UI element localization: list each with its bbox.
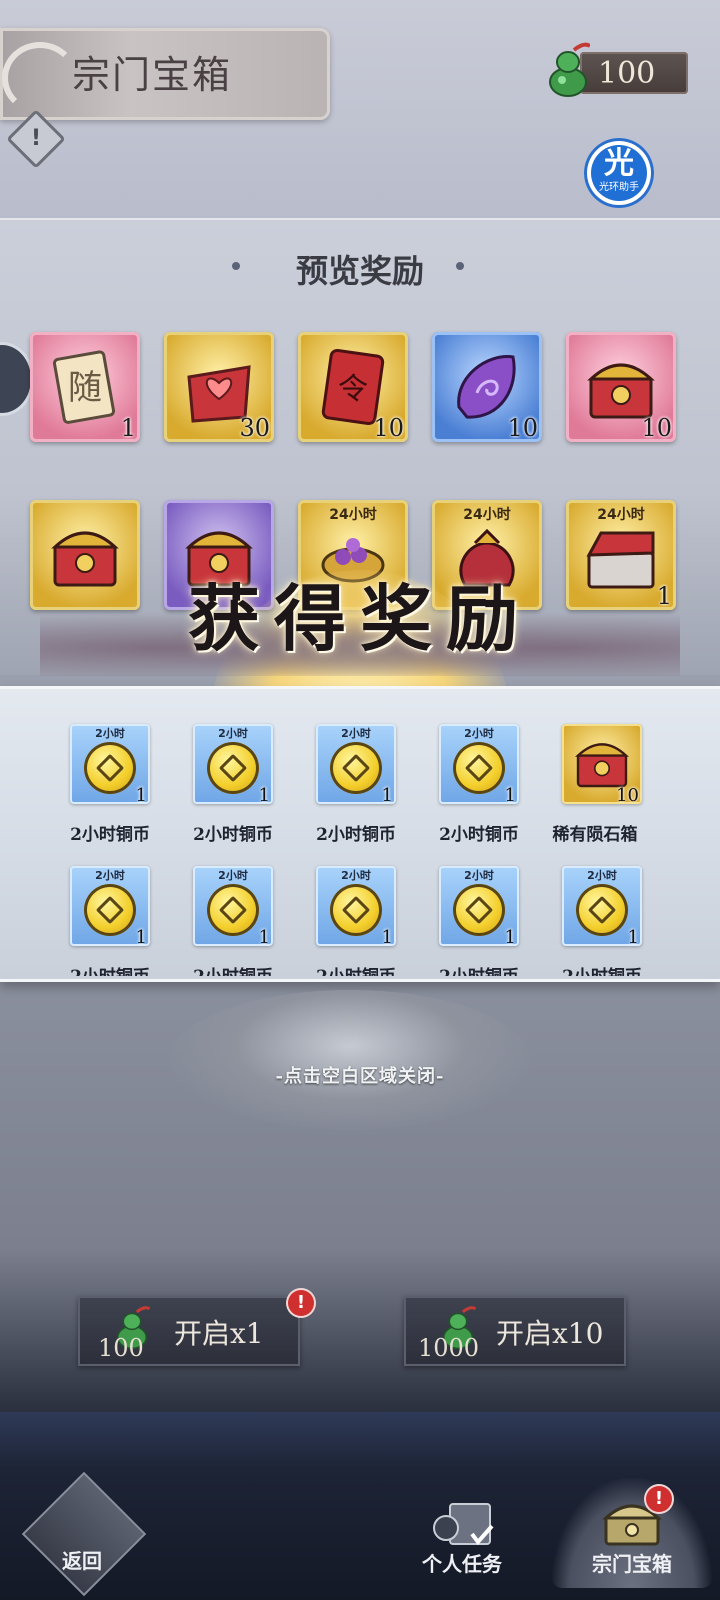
item-tag: 2小时: [341, 727, 371, 740]
preview-item[interactable]: 随 1: [30, 332, 140, 442]
reward-item[interactable]: 2小时 1: [316, 866, 396, 948]
open-x10-button[interactable]: 1000 开启x10: [404, 1296, 626, 1366]
item-tag: 2小时: [341, 869, 371, 882]
copper-coin-icon: [330, 742, 382, 794]
open-x1-cost: 100: [98, 1334, 144, 1362]
preview-item[interactable]: 令 10: [298, 332, 408, 442]
copper-coin-icon: [453, 884, 505, 936]
reward-item[interactable]: 2小时 1: [70, 866, 150, 948]
open-x10-cost: 1000: [418, 1334, 480, 1362]
helper-label: 光环助手: [599, 182, 639, 193]
item-count: 1: [381, 927, 393, 948]
item-count: 1: [381, 785, 393, 806]
item-count: 10: [507, 414, 538, 442]
reward-item[interactable]: 2小时 1: [193, 724, 273, 806]
copper-coin-icon: [576, 884, 628, 936]
item-count: 30: [239, 414, 270, 442]
item-count: 1: [258, 785, 270, 806]
item-tag: 2小时: [464, 869, 494, 882]
card-icon: 随: [52, 350, 116, 424]
item-count: 1: [120, 414, 136, 442]
preview-item[interactable]: 10: [566, 332, 676, 442]
item-tag: 2小时: [464, 727, 494, 740]
reward-label: 2小时铜币: [424, 962, 534, 976]
svg-text:令: 令: [338, 372, 368, 407]
copper-coin-icon: [330, 884, 382, 936]
title-dot-right: [456, 262, 464, 270]
floating-island-decoration: [170, 990, 530, 1130]
reward-label: 稀有陨石箱: [552, 825, 638, 845]
item-count: 1: [504, 785, 516, 806]
copper-coin-icon: [207, 884, 259, 936]
item-tag: 2小时: [95, 727, 125, 740]
reward-label: 2小时铜币: [439, 825, 519, 845]
item-count: 1: [627, 927, 639, 948]
item-count: 10: [641, 414, 672, 442]
reward-item[interactable]: 2小时 1: [70, 724, 150, 806]
helper-glyph: 光: [604, 146, 634, 181]
item-count: 1: [135, 785, 147, 806]
reward-label: 2小时铜币: [178, 962, 288, 976]
reward-item[interactable]: 2小时 1: [439, 724, 519, 806]
preview-title: 预览奖励: [295, 252, 424, 290]
copper-coin-icon: [84, 742, 136, 794]
reward-label: 2小时铜币: [547, 962, 657, 976]
item-tag: 2小时: [218, 727, 248, 740]
item-count: 1: [504, 927, 516, 948]
item-tag: 2小时: [587, 869, 617, 882]
svg-text:随: 随: [68, 368, 102, 408]
item-count: 10: [616, 785, 639, 806]
reward-item[interactable]: 2小时 1: [562, 866, 642, 948]
item-tag: 2小时: [95, 869, 125, 882]
back-label[interactable]: 返回: [40, 1545, 124, 1574]
copper-coin-icon: [207, 742, 259, 794]
sect-chest-label[interactable]: 宗门宝箱: [572, 1548, 692, 1577]
alert-badge: !: [646, 1486, 672, 1512]
item-count: 10: [373, 414, 404, 442]
reward-item[interactable]: 2小时 1: [316, 724, 396, 806]
reward-item[interactable]: 2小时 1: [193, 866, 273, 948]
item-count: 1: [135, 927, 147, 948]
reward-label: 2小时铜币: [70, 825, 150, 845]
preview-item[interactable]: 10: [432, 332, 542, 442]
open-x1-button[interactable]: 100 开启x1: [78, 1296, 300, 1366]
reward-banner-title: 获得奖励: [187, 576, 532, 661]
reward-item[interactable]: 2小时 1: [439, 866, 519, 948]
page-title: 宗门宝箱: [72, 53, 233, 97]
reward-label: 2小时铜币: [55, 962, 165, 976]
jade-gourd-icon: [549, 42, 590, 97]
reward-label: 2小时铜币: [316, 825, 396, 845]
item-count: 1: [258, 927, 270, 948]
open-x1-label: 开启x1: [174, 1317, 264, 1350]
preview-item[interactable]: 30: [164, 332, 274, 442]
open-x10-label: 开启x10: [496, 1317, 604, 1350]
item-tag: 2小时: [218, 869, 248, 882]
cloud-swirl-decoration: [2, 42, 78, 114]
close-hint[interactable]: -点击空白区域关闭-: [0, 1062, 720, 1088]
personal-task-label[interactable]: 个人任务: [404, 1548, 520, 1577]
currency-value: 100: [598, 56, 656, 91]
reward-label: 2小时铜币: [301, 962, 411, 976]
copper-coin-icon: [84, 884, 136, 936]
copper-coin-icon: [453, 742, 505, 794]
helper-button[interactable]: 光 光环助手: [584, 138, 654, 208]
reward-item[interactable]: 10: [562, 724, 642, 806]
reward-label: 2小时铜币: [193, 825, 273, 845]
alert-badge: !: [288, 1290, 314, 1316]
